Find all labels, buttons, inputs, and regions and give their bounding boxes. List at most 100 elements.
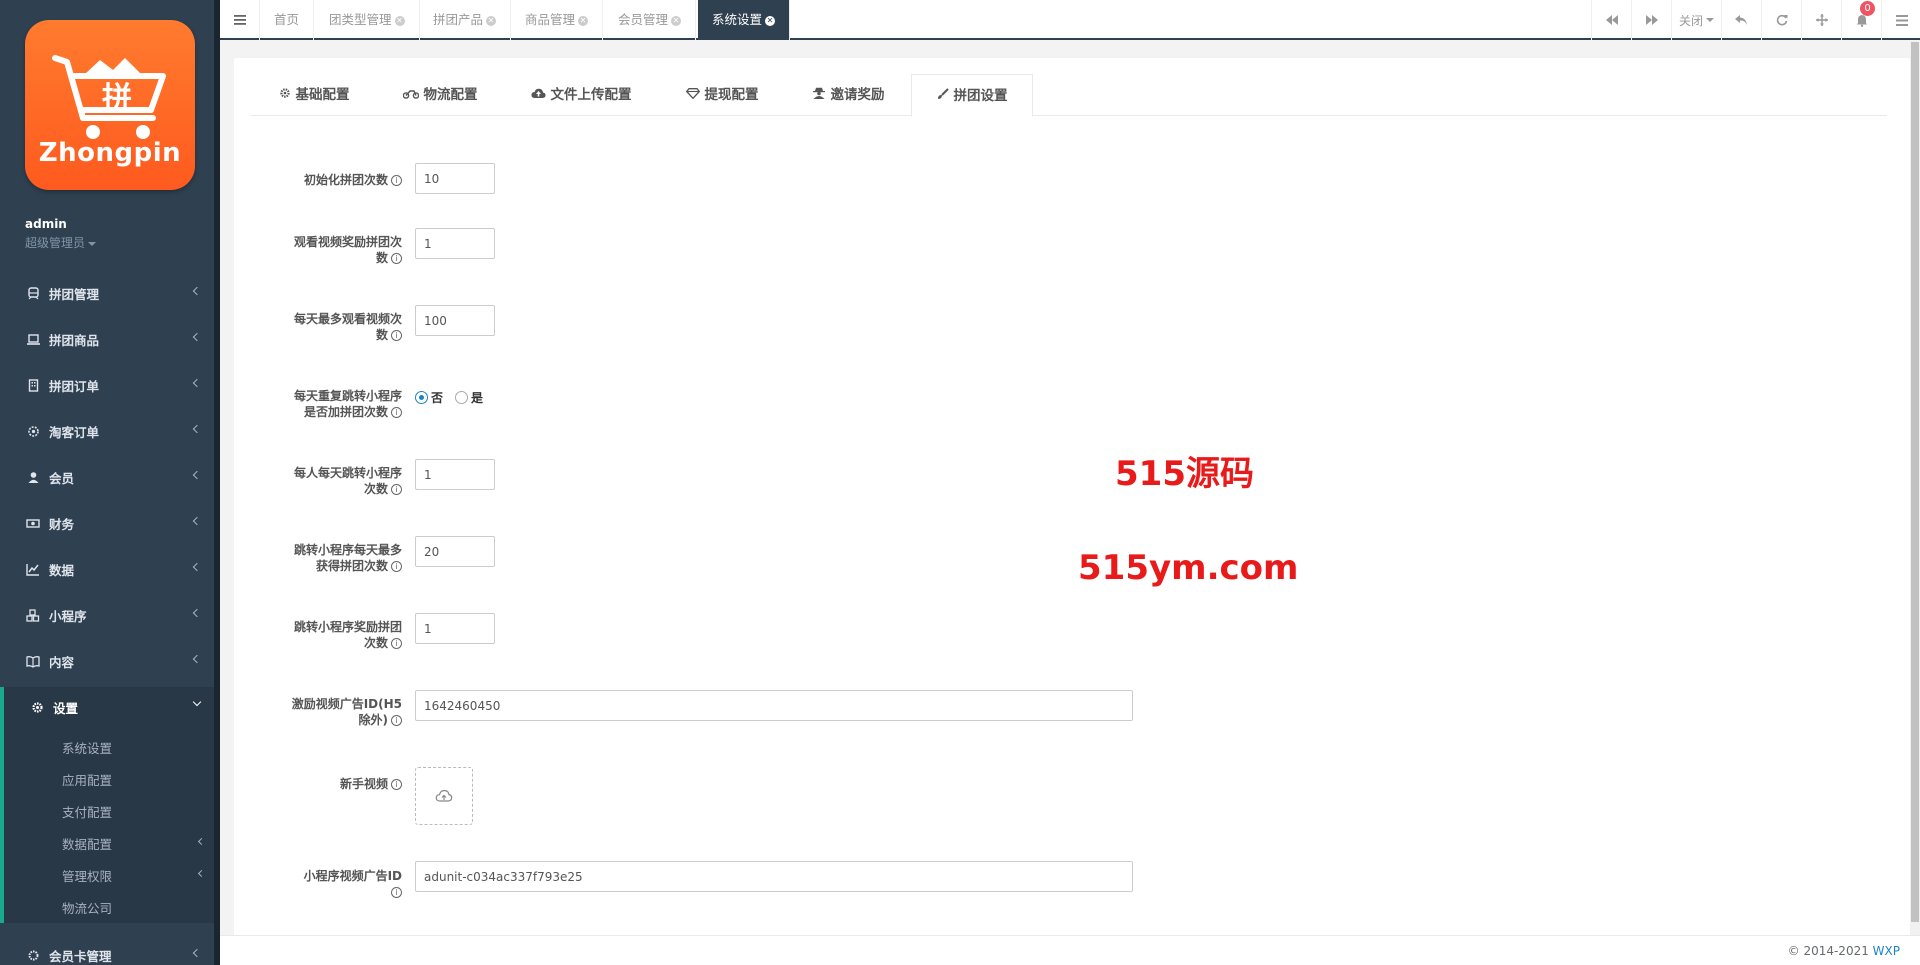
info-icon[interactable]: i [391,638,402,649]
video-reward-times-input[interactable] [415,228,495,259]
top-navbar: 首页 团类型管理 ✕ 拼团产品 ✕ 商品管理 ✕ 会员管理 ✕ 系统设置 ✕ 关闭 0 [220,0,1920,40]
tab-logistics-config[interactable]: 物流配置 [377,74,503,116]
tab-group-type-manage[interactable]: 团类型管理 ✕ [315,0,420,40]
submenu-item-data-config[interactable]: 数据配置 [62,834,112,853]
tab-file-upload-config[interactable]: 文件上传配置 [503,74,659,116]
daily-jump-times-input[interactable] [415,459,495,490]
scrollbar-thumb[interactable] [1911,42,1919,922]
info-icon[interactable]: i [391,887,402,898]
field-label-text: 数 [375,328,388,342]
close-tabs-dropdown[interactable]: 关闭 [1671,0,1721,40]
info-icon[interactable]: i [391,779,402,790]
sidebar-item-finance[interactable]: 财务 [0,503,214,543]
tab-system-settings[interactable]: 系统设置 ✕ [698,0,791,40]
field-label-text: 小程序视频广告ID [303,869,402,883]
tab-label: 拼团设置 [953,88,1008,104]
tab-goods-manage[interactable]: 商品管理 ✕ [511,0,604,40]
submenu-item-payment-config[interactable]: 支付配置 [62,802,112,821]
info-icon[interactable]: i [391,253,402,264]
field-label-text: 跳转小程序奖励拼团 [293,620,402,634]
footer: © 2014-2021 WXP [220,935,1920,965]
author-link[interactable]: WXP [1873,944,1900,958]
close-icon[interactable]: ✕ [578,15,589,26]
tab-withdraw-config[interactable]: 提现配置 [659,74,785,116]
tab-label: 提现配置 [704,87,759,103]
user-role-label: 超级管理员 [25,236,86,250]
sidebar-item-miniprogram[interactable]: 小程序 [0,595,214,635]
content-scrollbar[interactable] [1910,42,1920,935]
info-icon[interactable]: i [391,407,402,418]
sidebar-item-members[interactable]: 会员 [0,457,214,497]
tabs-scroll-right-button[interactable] [1631,0,1671,40]
sidebar-item-label: 小程序 [49,608,87,624]
user-role-dropdown[interactable]: 超级管理员 [25,234,97,251]
max-daily-video-views-input[interactable] [415,305,495,336]
sidebar-item-label: 拼团订单 [49,378,100,394]
user-icon [25,469,41,485]
sidebar-item-group-goods[interactable]: 拼团商品 [0,319,214,359]
radio-yes[interactable] [455,391,469,404]
chevron-left-icon [192,608,202,618]
sidebar-item-member-card[interactable]: 会员卡管理 [0,935,214,965]
tab-label: 基础配置 [295,87,350,103]
close-icon[interactable]: ✕ [394,15,405,26]
jump-reward-group-times-input[interactable] [415,613,495,644]
info-icon[interactable]: i [391,330,402,341]
menu-toggle-button[interactable] [220,0,260,40]
rewarded-video-ad-id-input[interactable] [415,690,1133,721]
submenu-item-logistics-company[interactable]: 物流公司 [62,898,112,917]
notifications-button[interactable]: 0 [1841,0,1881,40]
close-icon[interactable]: ✕ [671,15,682,26]
back-button[interactable] [1721,0,1761,40]
info-icon[interactable]: i [391,484,402,495]
miniprogram-video-ad-id-input[interactable] [415,861,1133,892]
chevron-down-icon [192,697,202,707]
sidebar-item-data[interactable]: 数据 [0,549,214,589]
sidebar-item-group-orders[interactable]: 拼团订单 [0,365,214,405]
forward-icon [1645,15,1658,25]
radio-yes-label[interactable]: 是 [471,389,483,406]
sidebar-item-settings[interactable]: 设置 [0,687,214,728]
submenu-item-app-config[interactable]: 应用配置 [62,770,112,789]
fullscreen-button[interactable] [1801,0,1841,40]
field-label-text: 初始化拼团次数 [303,173,388,187]
right-sidebar-toggle-button[interactable] [1881,0,1920,40]
tab-member-manage[interactable]: 会员管理 ✕ [604,0,697,40]
tab-group-settings[interactable]: 拼团设置 [911,74,1033,117]
sidebar-item-content[interactable]: 内容 [0,641,214,681]
radio-no[interactable] [415,391,428,404]
sidebar-item-group-manage[interactable]: 拼团管理 [0,273,214,313]
chevron-left-icon [192,562,202,572]
sidebar-item-label: 设置 [53,701,79,716]
info-icon[interactable]: i [391,175,402,186]
train-icon [25,285,41,301]
tab-basic-config[interactable]: 基础配置 [251,74,377,116]
jump-max-group-times-input[interactable] [415,536,495,567]
info-icon[interactable]: i [391,561,402,572]
submenu-item-system-settings[interactable]: 系统设置 [62,738,112,757]
refresh-button[interactable] [1761,0,1801,40]
notification-badge: 0 [1860,1,1875,16]
settings-submenu: 系统设置 应用配置 支付配置 数据配置 管理权限 物流公司 [0,728,214,923]
chevron-left-icon [197,837,206,846]
close-icon[interactable]: ✕ [765,15,776,26]
settings-panel: 基础配置 物流配置 文件上传配置 提现配置 邀请奖励 拼团设置 初始化拼团次数 i… [234,58,1916,935]
brand-logo: 拼 Zhongpin [25,20,195,190]
submenu-item-admin-permissions[interactable]: 管理权限 [62,866,112,885]
user-name[interactable]: admin [25,217,67,231]
chevron-left-icon [192,378,202,388]
initial-group-times-input[interactable] [415,163,495,194]
tab-group-products[interactable]: 拼团产品 ✕ [419,0,512,40]
sidebar-item-taoke-orders[interactable]: 淘客订单 [0,411,214,451]
field-label-text: 新手视频 [339,777,388,791]
close-icon[interactable]: ✕ [486,15,497,26]
config-tabs: 基础配置 物流配置 文件上传配置 提现配置 邀请奖励 拼团设置 [251,74,1887,117]
radio-no-label[interactable]: 否 [431,389,443,406]
tabs-scroll-left-button[interactable] [1591,0,1631,40]
sidebar-item-label: 会员 [49,470,75,486]
tab-invite-reward[interactable]: 邀请奖励 [785,74,911,116]
newbie-video-upload-button[interactable] [415,767,473,825]
info-icon[interactable]: i [391,715,402,726]
tab-home[interactable]: 首页 [260,0,315,40]
money-icon [25,515,41,531]
